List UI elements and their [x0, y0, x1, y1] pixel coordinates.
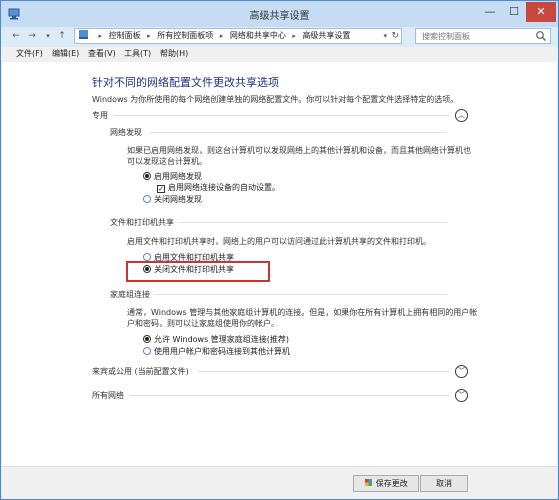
expand-icon[interactable]: ﹀	[455, 389, 468, 402]
option-label: 启用网络发现	[154, 172, 202, 181]
profile-divider	[198, 371, 449, 372]
radio-selected[interactable]	[143, 335, 151, 343]
menu-bar: 文件(F) 编辑(E) 查看(V) 工具(T) 帮助(H)	[1, 47, 558, 62]
section-title-homegroup: 家庭组连接	[110, 290, 150, 299]
option-label: 允许 Windows 管理家庭组连接(推荐)	[154, 335, 290, 344]
back-button[interactable]: ←	[9, 29, 23, 43]
checkmark-icon[interactable]: ✓	[157, 185, 165, 193]
recent-dropdown-icon[interactable]: ▾	[41, 29, 55, 43]
radio-homegroup-windows[interactable]: 允许 Windows 管理家庭组连接(推荐)	[143, 335, 289, 345]
main-content: 针对不同的网络配置文件更改共享选项 Windows 为你所使用的每个网络创建单独…	[2, 62, 557, 466]
network-discovery-desc: 可以发现这台计算机。	[127, 157, 207, 166]
section-title-file-printer: 文件和打印机共享	[110, 218, 174, 227]
radio-unselected[interactable]	[143, 195, 151, 203]
breadcrumb-separator: ▸	[98, 32, 103, 40]
radio-network-discovery-on[interactable]: 启用网络发现	[143, 172, 202, 182]
section-divider	[150, 132, 447, 133]
checkbox-auto-setup[interactable]: ✓ 启用网络连接设备的自动设置。	[157, 183, 280, 193]
section-divider	[154, 294, 447, 295]
profile-divider	[114, 115, 449, 116]
file-printer-desc: 启用文件和打印机共享时，网络上的用户可以访问通过此计算机共享的文件和打印机。	[127, 237, 431, 246]
profile-divider	[130, 395, 449, 396]
menu-tools[interactable]: 工具(T)	[124, 48, 151, 59]
menu-help[interactable]: 帮助(H)	[160, 48, 188, 59]
address-bar[interactable]: ▸ 控制面板 ▸ 所有控制面板项 ▸ 网络和共享中心 ▸ 高级共享设置 ▾ ↻	[74, 28, 402, 44]
radio-unselected[interactable]	[143, 253, 151, 261]
cancel-button[interactable]: 取消	[420, 475, 468, 492]
section-divider	[178, 222, 447, 223]
save-button-label: 保存更改	[375, 479, 408, 488]
window-title: 高级共享设置	[249, 11, 310, 22]
radio-selected[interactable]	[143, 172, 151, 180]
title-bar: 高级共享设置 — ☐ ✕	[1, 1, 558, 27]
breadcrumb-item[interactable]: 所有控制面板项	[157, 29, 213, 43]
page-description: Windows 为你所使用的每个网络创建单独的网络配置文件。你可以针对每个配置文…	[92, 95, 459, 104]
search-icon[interactable]	[535, 30, 547, 42]
advanced-sharing-window: 高级共享设置 — ☐ ✕ ← → ▾ ↑ ▸ 控制面板 ▸ 所有控制面板项 ▸ …	[0, 0, 559, 500]
option-label: 使用用户帐户和密码连接到其他计算机	[154, 347, 290, 356]
section-title-network-discovery: 网络发现	[110, 128, 142, 137]
footer-bar: 保存更改 取消	[2, 466, 557, 499]
maximize-button[interactable]: ☐	[502, 2, 526, 22]
homegroup-desc: 户和密码，则可以让家庭组使用你的帐户。	[127, 319, 279, 328]
option-label: 启用网络连接设备的自动设置。	[168, 183, 280, 192]
breadcrumb-item[interactable]: 高级共享设置	[302, 29, 350, 43]
option-label: 关闭网络发现	[154, 195, 202, 204]
control-panel-icon	[75, 29, 92, 43]
network-discovery-desc: 如果已启用网络发现，则这台计算机可以发现网络上的其他计算机和设备，而且其他网络计…	[127, 146, 471, 155]
profile-guest-label[interactable]: 来宾或公用 (当前配置文件)	[92, 366, 189, 377]
forward-button[interactable]: →	[25, 29, 39, 43]
close-button[interactable]: ✕	[526, 2, 556, 22]
breadcrumb-separator: ▸	[292, 32, 296, 40]
breadcrumb-separator: ▸	[219, 32, 224, 40]
radio-unselected[interactable]	[143, 347, 151, 355]
radio-network-discovery-off[interactable]: 关闭网络发现	[143, 195, 202, 205]
up-button[interactable]: ↑	[55, 29, 69, 43]
breadcrumb-separator: ▸	[147, 32, 151, 40]
address-row: ← → ▾ ↑ ▸ 控制面板 ▸ 所有控制面板项 ▸ 网络和共享中心 ▸ 高级共…	[1, 27, 558, 47]
address-dropdown-icon[interactable]: ▾	[383, 29, 387, 43]
profile-private-label[interactable]: 专用	[92, 110, 108, 121]
menu-view[interactable]: 查看(V)	[88, 48, 116, 59]
search-box[interactable]	[415, 28, 551, 44]
radio-homegroup-user[interactable]: 使用用户帐户和密码连接到其他计算机	[143, 347, 290, 357]
save-button[interactable]: 保存更改	[353, 475, 419, 492]
breadcrumb-item[interactable]: 控制面板	[109, 29, 141, 43]
menu-file[interactable]: 文件(F)	[16, 48, 43, 59]
minimize-button[interactable]: —	[478, 2, 502, 22]
profile-all-label[interactable]: 所有网络	[92, 390, 124, 401]
menu-edit[interactable]: 编辑(E)	[52, 48, 79, 59]
expand-icon[interactable]: ﹀	[455, 365, 468, 378]
search-input[interactable]	[416, 29, 534, 43]
homegroup-desc: 通常，Windows 管理与其他家庭组计算机的连接。但是，如果你在所有计算机上拥…	[127, 308, 478, 317]
breadcrumb-item[interactable]: 网络和共享中心	[230, 29, 286, 43]
collapse-icon[interactable]: ︿	[455, 109, 468, 122]
refresh-icon[interactable]: ↻	[391, 29, 399, 43]
shield-icon	[365, 479, 373, 486]
page-title: 针对不同的网络配置文件更改共享选项	[92, 76, 279, 89]
red-highlight-box	[126, 261, 270, 282]
